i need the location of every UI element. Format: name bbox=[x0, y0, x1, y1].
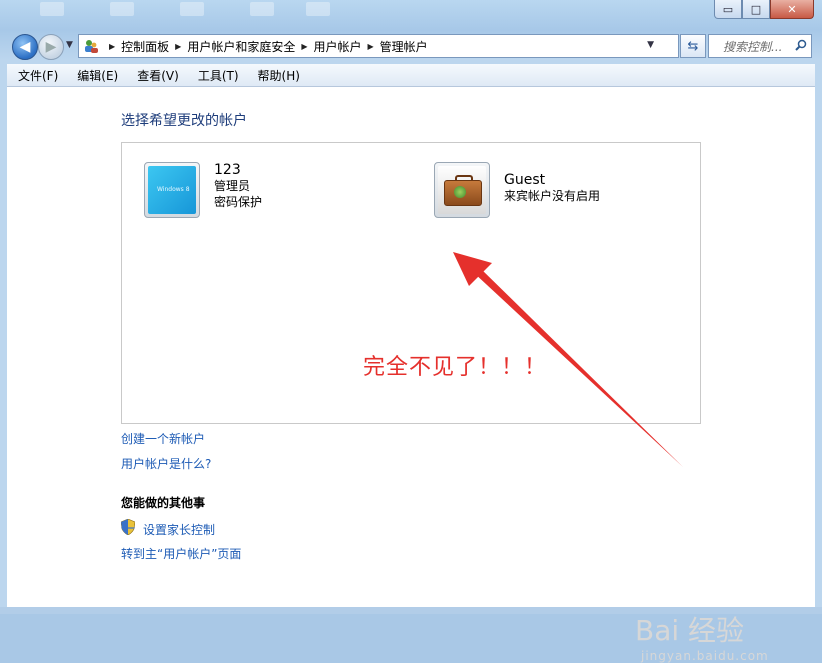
menu-view[interactable]: 查看(V) bbox=[126, 67, 187, 84]
uac-shield-icon bbox=[120, 518, 136, 536]
back-button[interactable]: ◀ bbox=[12, 34, 38, 60]
chevron-right-icon: ▶ bbox=[109, 41, 116, 51]
navigation-row: ◀ ▶ ▼ ▶ 控制面板 ▶ 用户帐户和家庭安全 ▶ 用户帐户 ▶ 管理帐户 ▼… bbox=[0, 30, 822, 62]
menu-bar: 文件(F) 编辑(E) 查看(V) 工具(T) 帮助(H) bbox=[7, 64, 815, 87]
create-account-link[interactable]: 创建一个新帐户 bbox=[121, 430, 205, 447]
breadcrumb-item[interactable]: 用户帐户和家庭安全 bbox=[187, 38, 295, 55]
what-is-account-link[interactable]: 用户帐户是什么? bbox=[121, 455, 211, 472]
parental-controls-link[interactable]: 设置家长控制 bbox=[143, 521, 215, 538]
window-bottom-border bbox=[0, 607, 822, 614]
baidu-watermark: Bai 经验 jingyan.baidu.com bbox=[635, 609, 769, 663]
ghost-tab bbox=[180, 2, 204, 16]
breadcrumb-item[interactable]: 控制面板 bbox=[121, 38, 169, 55]
address-bar[interactable]: ▶ 控制面板 ▶ 用户帐户和家庭安全 ▶ 用户帐户 ▶ 管理帐户 ▼ bbox=[78, 34, 679, 58]
window-controls: ▭ □ ✕ bbox=[714, 0, 814, 19]
ghost-tab bbox=[250, 2, 274, 16]
maximize-button[interactable]: □ bbox=[742, 0, 770, 19]
menu-tools[interactable]: 工具(T) bbox=[187, 67, 247, 84]
chevron-right-icon[interactable]: ▶ bbox=[301, 42, 307, 51]
breadcrumb-item[interactable]: 用户帐户 bbox=[314, 38, 362, 55]
chevron-right-icon[interactable]: ▶ bbox=[175, 42, 181, 51]
ghost-tab bbox=[40, 2, 64, 16]
content-pane: 选择希望更改的帐户 Windows 8 123 管理员 密码保护 Guest 来… bbox=[7, 87, 815, 663]
search-icon[interactable] bbox=[795, 39, 811, 54]
window-frame: ▭ □ ✕ ◀ ▶ ▼ ▶ 控制面板 ▶ 用户帐户和家庭安全 ▶ 用户帐户 ▶ … bbox=[0, 0, 822, 663]
minimize-icon: ▭ bbox=[722, 2, 734, 16]
search-input[interactable]: 搜索控制... bbox=[709, 38, 795, 55]
annotation-text: 完全不见了！！！ bbox=[363, 355, 548, 380]
minimize-button[interactable]: ▭ bbox=[714, 0, 742, 19]
maximize-icon: □ bbox=[750, 2, 762, 16]
control-panel-icon bbox=[83, 38, 99, 54]
ghost-tab bbox=[306, 2, 330, 16]
recent-pages-dropdown[interactable]: ▼ bbox=[66, 40, 73, 50]
user-accounts-main-link[interactable]: 转到主“用户帐户”页面 bbox=[121, 545, 241, 562]
menu-edit[interactable]: 编辑(E) bbox=[66, 67, 126, 84]
breadcrumb-item[interactable]: 管理帐户 bbox=[380, 38, 428, 55]
forward-button[interactable]: ▶ bbox=[38, 34, 64, 60]
menu-help[interactable]: 帮助(H) bbox=[247, 67, 308, 84]
right-arrow-icon: ▶ bbox=[45, 39, 57, 55]
chevron-right-icon[interactable]: ▶ bbox=[368, 42, 374, 51]
close-button[interactable]: ✕ bbox=[770, 0, 814, 19]
title-bar: ▭ □ ✕ bbox=[0, 0, 822, 28]
refresh-icon: ⇆ bbox=[687, 38, 699, 54]
other-tasks-heading: 您能做的其他事 bbox=[121, 496, 206, 510]
address-dropdown-icon[interactable]: ▼ bbox=[647, 40, 654, 50]
menu-file[interactable]: 文件(F) bbox=[7, 67, 66, 84]
refresh-button[interactable]: ⇆ bbox=[680, 34, 706, 58]
search-box[interactable]: 搜索控制... bbox=[708, 34, 812, 58]
close-icon: ✕ bbox=[787, 2, 797, 16]
breadcrumb: ▶ 控制面板 ▶ 用户帐户和家庭安全 ▶ 用户帐户 ▶ 管理帐户 bbox=[103, 38, 428, 55]
left-arrow-icon: ◀ bbox=[19, 39, 31, 55]
watermark-brand: Bai 经验 bbox=[635, 614, 745, 647]
watermark-url: jingyan.baidu.com bbox=[641, 649, 769, 663]
ghost-tab bbox=[110, 2, 134, 16]
